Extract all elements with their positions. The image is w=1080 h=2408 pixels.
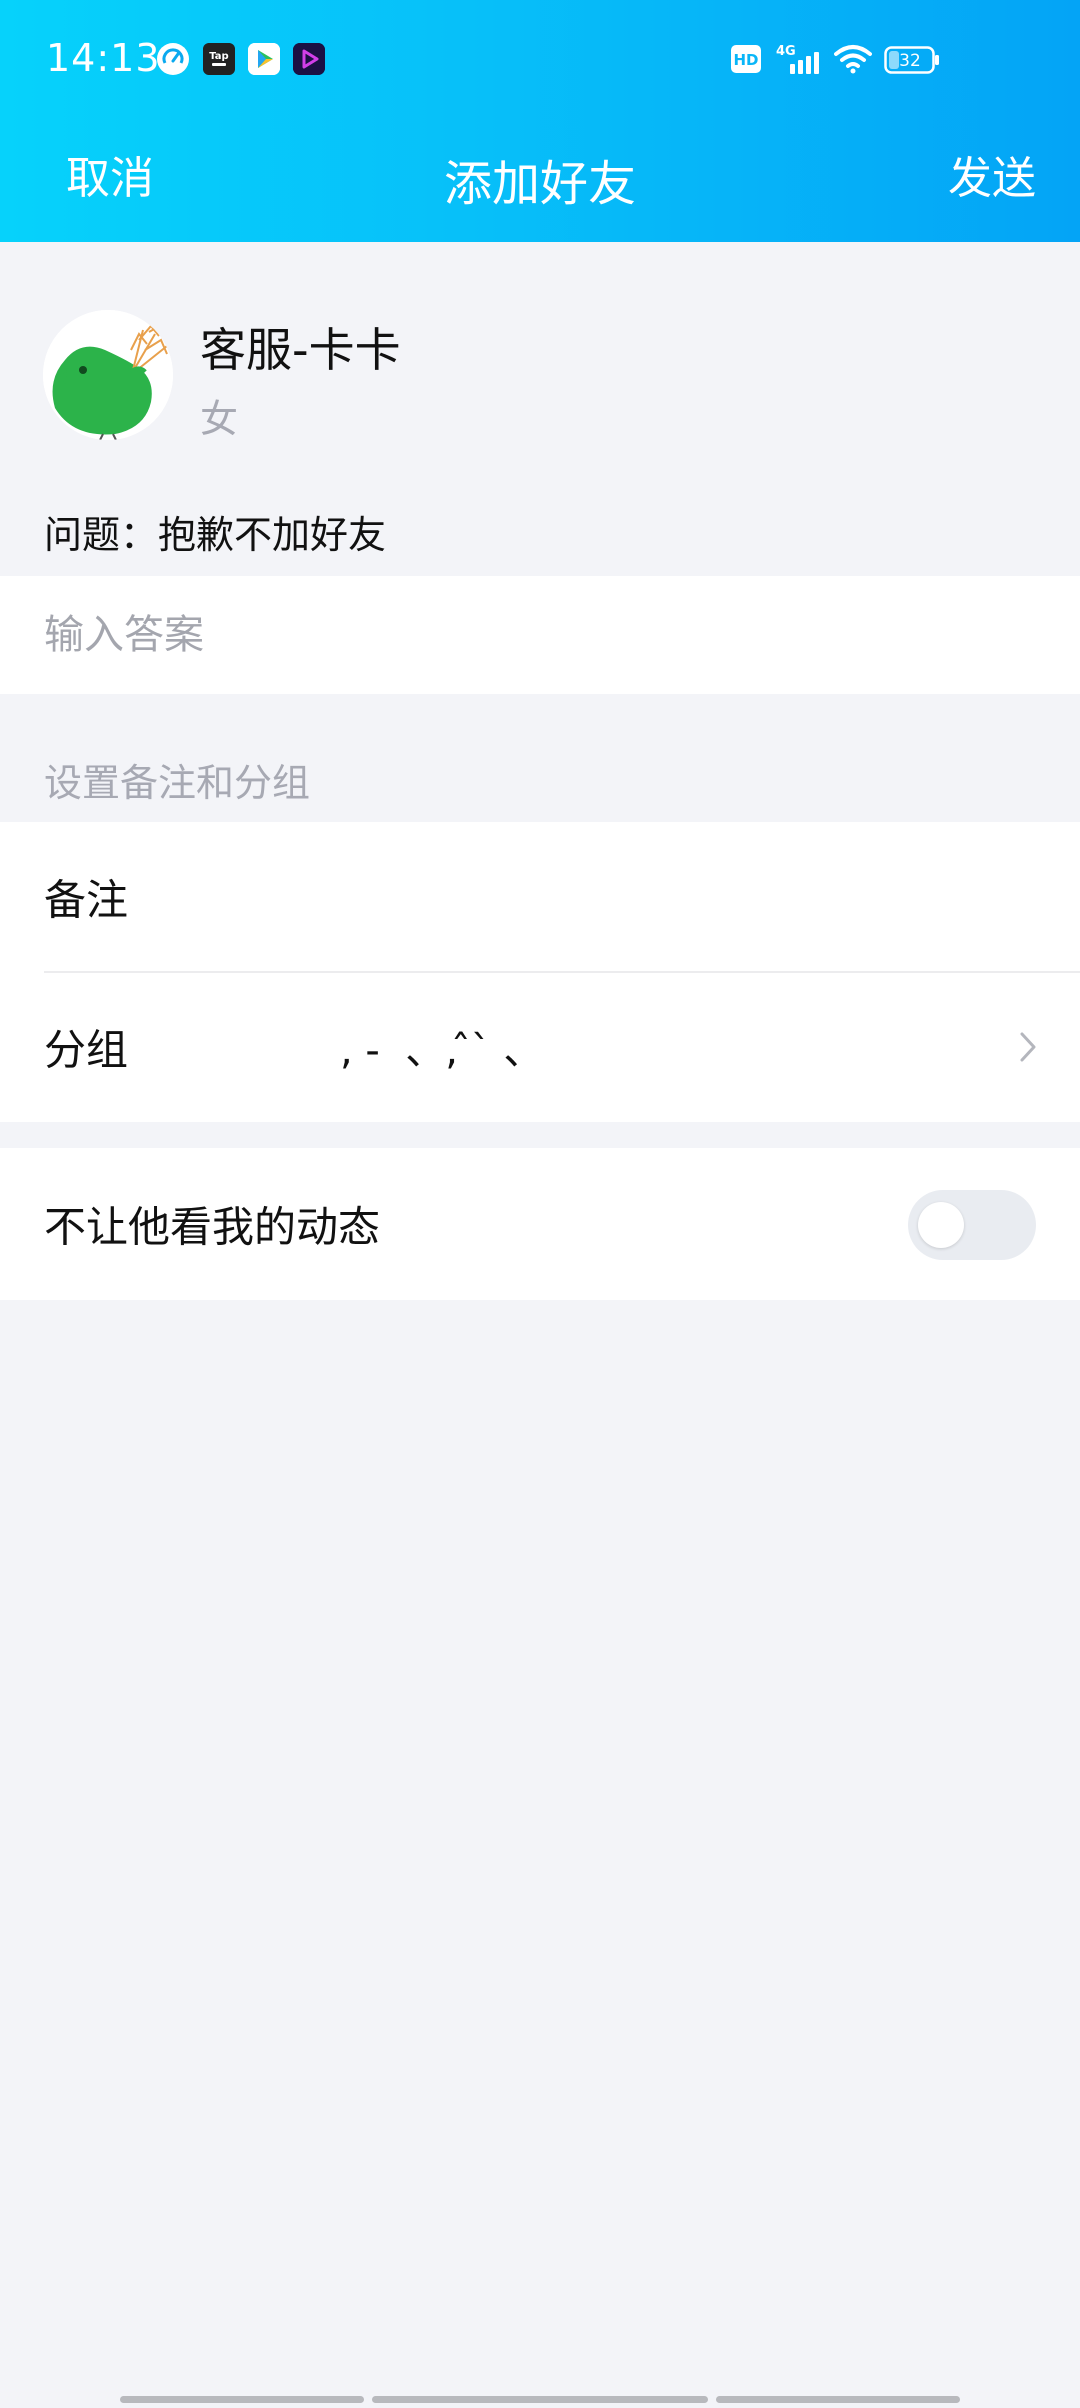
avatar[interactable] [43, 310, 173, 440]
section-label-remark-group: 设置备注和分组 [44, 761, 311, 805]
group-row[interactable]: 分组 , - 、, ̂` 、 [0, 972, 1080, 1122]
contact-name: 客服-卡卡 [200, 323, 401, 377]
svg-text:32: 32 [899, 51, 921, 71]
chevron-right-icon [1020, 1032, 1036, 1062]
wifi-icon [834, 45, 872, 74]
svg-text:4G: 4G [776, 44, 796, 59]
answer-input[interactable] [44, 576, 1034, 694]
remark-label: 备注 [44, 875, 129, 925]
remark-row[interactable]: 备注 [0, 822, 1080, 973]
status-time: 14:13 [46, 36, 161, 80]
green-bird-avatar-icon [43, 310, 173, 440]
hide-moments-row: 不让他看我的动态 [0, 1148, 1080, 1300]
status-bar: 14:13 Tap HD 4G 32 [0, 0, 1080, 120]
toggle-knob [918, 1202, 964, 1248]
gesture-bar-center [372, 2396, 708, 2403]
hd-icon: HD [731, 45, 761, 73]
svg-text:HD: HD [733, 51, 758, 69]
send-button[interactable]: 发送 [948, 142, 1036, 206]
hide-moments-toggle[interactable] [908, 1190, 1036, 1260]
contact-gender: 女 [200, 397, 239, 441]
svg-text:Tap: Tap [209, 51, 228, 62]
profile-section: 客服-卡卡 女 问题：抱歉不加好友 [0, 242, 1080, 572]
verification-question: 问题：抱歉不加好友 [44, 513, 387, 557]
answer-row [0, 576, 1080, 694]
signal-4g-icon: 4G [776, 44, 819, 74]
taptap-icon: Tap [203, 43, 235, 75]
video-play-icon [248, 43, 280, 75]
page-title: 添加好友 [443, 156, 636, 212]
battery-icon: 32 [884, 46, 939, 74]
remark-group-card: 备注 分组 , - 、, ̂` 、 [0, 822, 1080, 1122]
gesture-bar-left [120, 2396, 364, 2403]
hide-moments-label: 不让他看我的动态 [44, 1202, 381, 1252]
speedometer-icon [157, 43, 189, 75]
group-label: 分组 [44, 1025, 129, 1075]
purple-play-icon [293, 43, 325, 75]
header-bar: 14:13 Tap HD 4G 32 取消 添加好友 发送 [0, 0, 1080, 242]
gesture-bar-right [716, 2396, 960, 2403]
group-value: , - 、, ̂` 、 [340, 1028, 544, 1074]
